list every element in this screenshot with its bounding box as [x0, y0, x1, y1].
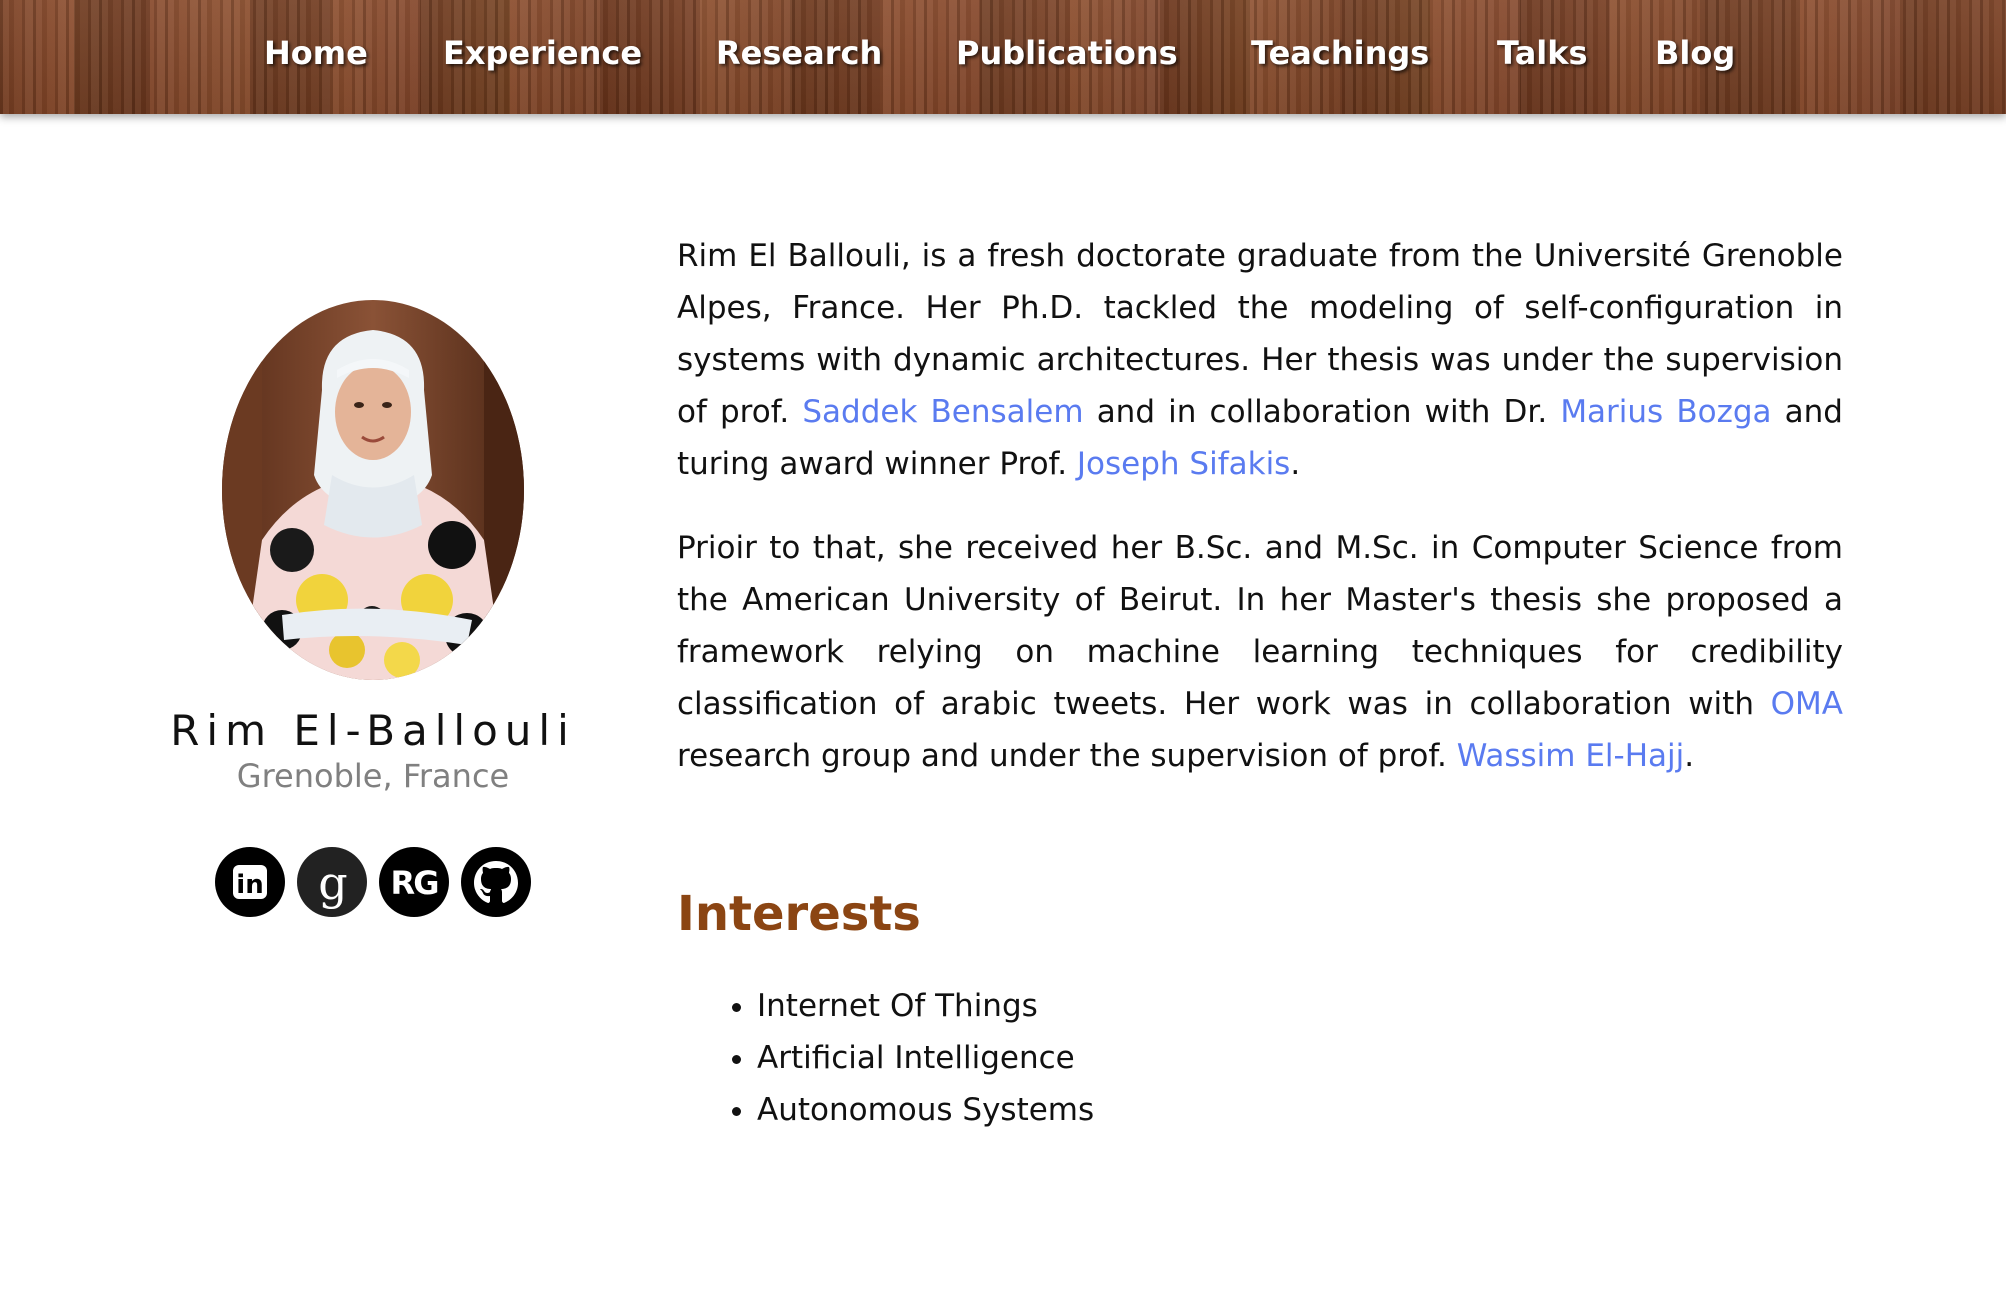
bio-paragraph-1: Rim El Ballouli, is a fresh doctorate gr…: [677, 230, 1843, 490]
link-oma[interactable]: OMA: [1771, 686, 1843, 722]
link-joseph-sifakis[interactable]: Joseph Sifakis: [1077, 446, 1290, 482]
profile-name: Rim El-Ballouli: [170, 706, 576, 755]
profile-location: Grenoble, France: [236, 757, 510, 795]
bio-text: Prioir to that, she received her B.Sc. a…: [677, 530, 1843, 722]
nav-talks[interactable]: Talks: [1497, 34, 1588, 72]
bio-text: and in collaboration with Dr.: [1083, 394, 1561, 430]
list-item: Autonomous Systems: [757, 1084, 1843, 1136]
list-item: Artificial Intelligence: [757, 1032, 1843, 1084]
main-content: Rim El Ballouli, is a fresh doctorate gr…: [677, 230, 1843, 1136]
bio-text: research group and under the supervision…: [677, 738, 1457, 774]
top-navbar: Home Experience Research Publications Te…: [0, 0, 2006, 114]
profile-card: Rim El-Ballouli Grenoble, France in g RG: [120, 300, 626, 917]
linkedin-icon[interactable]: in: [215, 847, 285, 917]
svg-text:in: in: [236, 870, 263, 900]
github-icon[interactable]: [461, 847, 531, 917]
link-marius-bozga[interactable]: Marius Bozga: [1560, 394, 1771, 430]
social-links: in g RG: [120, 847, 626, 917]
bio-text: .: [1684, 738, 1695, 774]
nav-home[interactable]: Home: [264, 34, 368, 72]
link-saddek-bensalem[interactable]: Saddek Bensalem: [802, 394, 1083, 430]
svg-text:g: g: [318, 856, 347, 910]
nav-blog[interactable]: Blog: [1655, 34, 1735, 72]
bio-paragraph-2: Prioir to that, she received her B.Sc. a…: [677, 522, 1843, 782]
google-scholar-icon[interactable]: g: [297, 847, 367, 917]
bio-text: .: [1290, 446, 1301, 482]
nav-research[interactable]: Research: [716, 34, 882, 72]
interests-heading: Interests: [677, 886, 921, 942]
svg-text:RG: RG: [391, 864, 438, 902]
list-item: Internet Of Things: [757, 980, 1843, 1032]
nav-teachings[interactable]: Teachings: [1251, 34, 1429, 72]
interests-list: Internet Of Things Artificial Intelligen…: [677, 980, 1843, 1136]
researchgate-icon[interactable]: RG: [379, 847, 449, 917]
link-wassim-el-hajj[interactable]: Wassim El-Hajj: [1457, 738, 1685, 774]
nav-experience[interactable]: Experience: [443, 34, 642, 72]
profile-photo: [222, 300, 524, 680]
nav-publications[interactable]: Publications: [956, 34, 1178, 72]
